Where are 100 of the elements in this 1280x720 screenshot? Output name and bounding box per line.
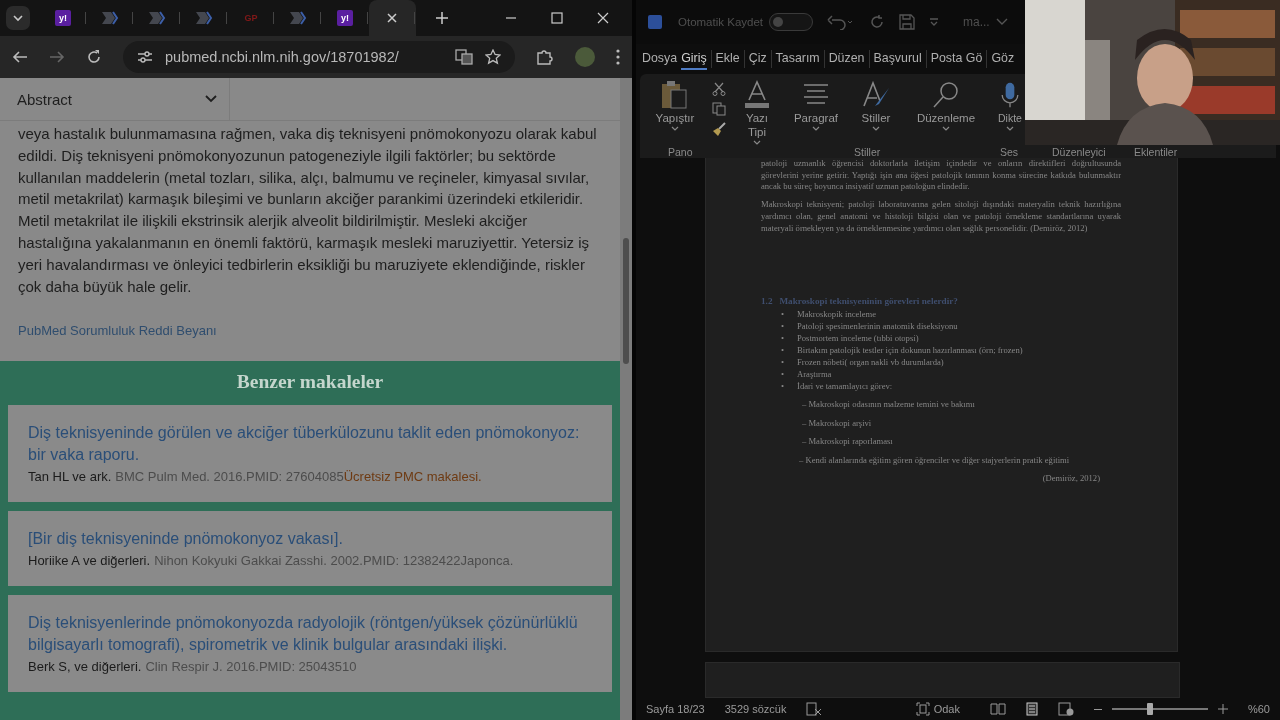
article-authors: Horiike A ve diğerleri. (28, 553, 151, 569)
ribbon-tab[interactable]: Tasarım (775, 48, 820, 70)
zoom-in-icon[interactable] (1217, 704, 1228, 714)
bullet-item: İdari ve tamamlayıcı görev: (797, 379, 893, 392)
focus-button[interactable]: Odak (915, 702, 960, 716)
chevron-down-icon[interactable] (995, 18, 1008, 26)
tab-search-button[interactable] (6, 6, 30, 30)
redo-icon[interactable] (869, 14, 885, 30)
document-heading: 1.2 Makroskopi teknisyeninin görevleri nelerdir? (761, 296, 959, 308)
word-count[interactable]: 3529 sözcük (724, 703, 787, 715)
bullet-marker: • (781, 319, 784, 332)
ribbon-button[interactable]: Yazı Tipi (734, 80, 780, 146)
ribbon-tab[interactable]: Dosya (642, 48, 678, 70)
zoom-percent[interactable]: %60 (1247, 703, 1270, 715)
caret-icon (1006, 126, 1014, 132)
dash-item: – Makroskopi raporlaması (802, 436, 894, 449)
clipboard-icon (660, 80, 690, 110)
accessibility-icon[interactable] (806, 702, 823, 716)
forward-icon[interactable] (49, 50, 65, 64)
reload-icon[interactable] (86, 49, 102, 65)
article-citation: Clin Respir J. 2016.PMID: 25043510 (145, 659, 357, 675)
bullet-item: Makroskopik inceleme (797, 307, 876, 320)
ribbon-button[interactable]: Stiller (848, 80, 904, 132)
autosave-toggle[interactable] (769, 13, 813, 31)
abstract-text: veya hastalık bulunmamasına rağmen, vaka diş teknisyeni pnömokonyozu olarak kabul edildi. Diş teknisyeni pnömokonyozunun patogeneziyle ilgili faktörler; bu sektörde kullanılan maddelerin (metal tozları, silika, alçı, balmumu ve reçineler, kimyasal sıvılar, metil metakrilat) karmaşık bileşimi ve bunların akciğer parankimi üzerindeki etkileridir. Metil metakrilat ile ilişkili ekstrinsik alerjik alveolit bildirilmiştir. Mesleki akciğer hastalığına yakalanmanın en önemli faktörü, karmaşık mesleki maruziyettir. Yetersiz iş yeri havalandırması ve önleyici tedbirlerin eksikliği bu maruziyete eklendiğinde, riskler çok daha büyük hale gelir. (17, 124, 598, 297)
article-authors: Tan HL ve ark. (28, 469, 112, 485)
bullet-item: Birtakım patolojik testler için dokunun hazırlanması (örn; frozen) (797, 343, 1023, 356)
autosave-label: Otomatik Kaydet (678, 16, 763, 28)
page-count[interactable]: Sayfa 18/23 (646, 703, 705, 715)
ribbon-tab[interactable]: Çiz (748, 48, 767, 70)
document-paragraph: patoloji uzmanlık öğrencisi doktorlarla iletişim içindedir ve onların direktifleri doğrultusunda görevlerini yerine getirir. Yaptığı işin ana öğesi patolojik tanının konma sürecine katkıda bulunmaktır ancak bu süreç boyunca insiyatif uzman patoloğun elindedir. (761, 158, 1121, 194)
bullet-marker: • (781, 307, 784, 320)
customize-icon[interactable] (929, 18, 939, 26)
ribbon-tab[interactable]: Başvurul (873, 48, 922, 70)
dash-item: – Makroskopi arşivi (802, 417, 873, 430)
section-heading: Benzer makaleler (235, 370, 385, 395)
brush-icon[interactable] (712, 122, 726, 136)
menu-icon[interactable] (616, 49, 620, 65)
web-layout-icon[interactable] (1057, 702, 1074, 716)
scissors-icon[interactable] (712, 82, 726, 96)
bullet-marker: • (781, 367, 784, 380)
dash-item: – Kendi alanlarında eğitim gören öğrenciler ve diğer stajyerlerin pratik eğitimi (799, 455, 1071, 467)
ribbon-button[interactable]: Yapıştır (646, 80, 704, 132)
caret-icon (812, 126, 820, 132)
bullet-marker: • (781, 331, 784, 344)
scrollbar[interactable] (620, 78, 632, 720)
ribbon-button[interactable]: Paragraf (786, 80, 846, 132)
caret-icon (12, 14, 24, 22)
dash-item: – Makroskopi odasının malzeme temini ve bakımı (802, 398, 976, 411)
ribbon-tab[interactable]: Giriş (681, 48, 707, 70)
undo-icon[interactable] (827, 14, 855, 30)
bullet-item: Postmortem inceleme (tıbbi otopsi) (797, 331, 919, 344)
search-icon (931, 80, 961, 110)
font-icon (742, 80, 772, 110)
citation-text: (Demiröz, 2012) (1041, 472, 1100, 485)
bullet-marker: • (781, 379, 784, 392)
browser-tab[interactable]: y! (40, 0, 87, 36)
bullet-item: Frozen nöbeti( organ nakli vb durumlarda) (797, 355, 944, 368)
print-layout-icon[interactable] (1025, 702, 1038, 716)
address-field[interactable]: pubmed.ncbi.nlm.nih.gov/18701982/ (123, 41, 515, 73)
back-icon[interactable] (12, 50, 28, 64)
bullet-marker: • (781, 343, 784, 356)
chevron-icon (195, 11, 213, 25)
focus-icon (915, 702, 930, 716)
article-note: Ücretsiz PMC makalesi. (343, 469, 482, 485)
ribbon-tab[interactable]: Göz (991, 48, 1015, 70)
close-icon[interactable] (597, 12, 609, 24)
ribbon-group-label: Pano (668, 146, 693, 158)
chevron-icon (289, 11, 307, 25)
translate-icon[interactable] (455, 49, 473, 65)
new-tab-icon[interactable] (436, 12, 448, 24)
browser-tab[interactable]: y! (322, 0, 369, 36)
star-icon[interactable] (485, 49, 501, 65)
article-note: Japonca. (460, 553, 514, 569)
article-citation: Nihon Kokyuki Gakkai Zasshi. 2002.PMID: 12382422 (154, 553, 461, 569)
caret-icon (671, 126, 679, 132)
site-settings-icon[interactable] (137, 50, 153, 64)
maximize-icon[interactable] (551, 12, 563, 24)
ribbon-group-label: Stiller (854, 146, 881, 158)
browser-tab[interactable] (369, 0, 416, 36)
chevron-icon (148, 11, 166, 25)
copy-icon[interactable] (712, 102, 726, 116)
ribbon-button[interactable]: Dikte (995, 80, 1025, 132)
ribbon-tab[interactable]: Düzen (828, 48, 865, 70)
caret-icon (753, 140, 761, 146)
extensions-icon[interactable] (536, 49, 554, 65)
chevron-icon (101, 11, 119, 25)
caret-icon (942, 126, 950, 132)
ribbon-group-label: Düzenleyici (1052, 146, 1106, 158)
document-paragraph: Makroskopi teknisyeni; patoloji laboratuvarına gelen sitoloji dışındaki materyalin teknik hazırlığına yardımcı olan, genel anatomi ve histoloji bilgisi olan ve patoloji örnekleme standartlarına uyarak materyali örnekleyen ya da örneklenmesine yardımcı olan sağlık personelidir. (Demiröz, 2012) (761, 199, 1121, 235)
word-logo-icon (648, 15, 662, 29)
ribbon-tab[interactable]: Posta Gö (930, 48, 983, 70)
ribbon-tab[interactable]: Ekle (715, 48, 740, 70)
ribbon-button[interactable]: Düzenleme (906, 80, 986, 132)
close-icon[interactable] (387, 13, 397, 23)
bullet-marker: • (781, 355, 784, 368)
article-authors: Berk S, ve diğerleri. (28, 659, 142, 675)
section-select[interactable]: Abstract (0, 78, 230, 120)
chevron-down-icon (205, 95, 217, 103)
read-mode-icon[interactable] (989, 703, 1006, 715)
